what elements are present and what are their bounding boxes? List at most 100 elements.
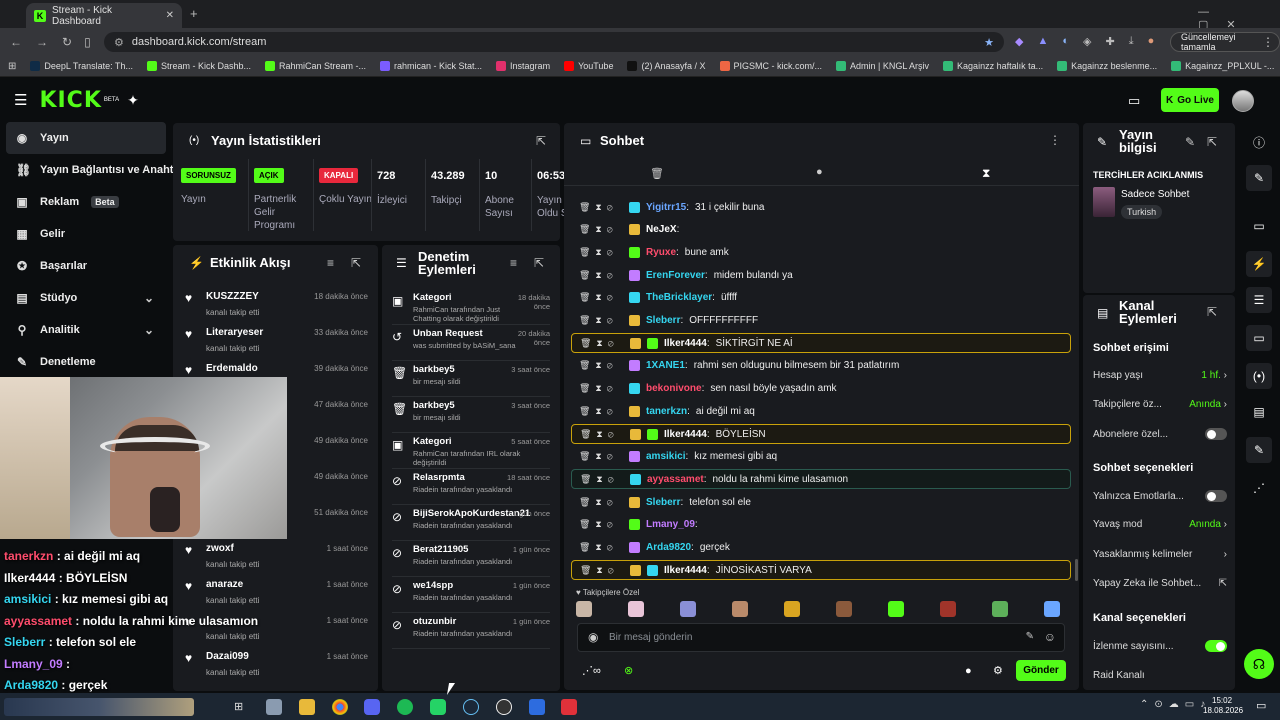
sidebar-item-6[interactable]: ⚲ Analitik ⌄ <box>0 314 172 346</box>
translate-icon[interactable]: ✎ <box>1026 631 1034 642</box>
chat-scrollbar[interactable] <box>1075 559 1078 581</box>
sidebar-item-5[interactable]: ▤ Stüdyo ⌄ <box>0 282 172 314</box>
emote-icon[interactable] <box>940 601 956 617</box>
mod-action-icons[interactable]: 🗑⧗⊘ <box>579 383 623 394</box>
banned-words-row[interactable]: Yasaklanmış kelimeler › <box>1093 549 1227 560</box>
chat-message[interactable]: 🗑⧗⊘ 1XANE1: rahmi sen oldugunu bilmesem bi… <box>571 356 1071 376</box>
chat-message[interactable]: 🗑⧗⊘ bekonivone: sen nasıl böyle yaşadın am… <box>571 379 1071 399</box>
audit-item[interactable]: ⊘ otuzunbir Riadein tarafından yasaklandı 1… <box>382 613 560 649</box>
chat-users-icon[interactable]: ● <box>965 665 972 677</box>
shield-icon[interactable]: ◈ <box>1083 35 1091 48</box>
chat-username[interactable]: Sleberr <box>646 497 680 508</box>
slow-mode-row[interactable]: Yavaş mod Anında › <box>1093 519 1227 530</box>
notification-icon[interactable]: ▭ <box>1256 699 1266 712</box>
emotes-only-row[interactable]: Yalnızca Emotlarla... <box>1093 490 1227 502</box>
bookmark-item[interactable]: Kagainzz beslenme... <box>1057 61 1157 71</box>
info-icon[interactable]: ⓘ <box>1246 129 1272 155</box>
sidebar-item-2[interactable]: ▣ Reklam Beta <box>0 186 172 218</box>
stack-icon[interactable]: ▤ <box>1246 399 1272 425</box>
chat-message[interactable]: 🗑⧗⊘ Ilker4444: BÖYLEİSN <box>571 424 1071 444</box>
download-icon[interactable]: ⤓ <box>1129 35 1134 48</box>
chat-username[interactable]: Lmany_09 <box>646 519 695 530</box>
emoji-icon[interactable]: ☺ <box>1044 630 1056 644</box>
mod-action-icons[interactable]: 🗑⧗⊘ <box>580 429 624 440</box>
raid-row[interactable]: Raid Kanalı <box>1093 670 1227 681</box>
user-avatar[interactable] <box>1232 90 1254 112</box>
bookmark-item[interactable]: PIGSMC - kick.com/... <box>719 61 822 71</box>
menu-dots-icon[interactable]: ⋮ <box>1262 35 1274 49</box>
audit-item[interactable]: 🗑 barkbey5 bir mesajı sildi 3 saat önce <box>382 397 560 433</box>
chat-message[interactable]: 🗑⧗⊘ Ilker4444: JİNOSİKASTİ VARYA <box>571 560 1071 581</box>
picture-in-picture-icon[interactable]: ▭ <box>1128 93 1140 109</box>
send-button[interactable]: Gönder <box>1016 660 1066 681</box>
mod-action-icons[interactable]: 🗑⧗⊘ <box>579 542 623 553</box>
chat-username[interactable]: 1XANE1 <box>646 360 685 371</box>
audit-item[interactable]: ⊘ Relasrpmta Riadein tarafından yasaklandı… <box>382 469 560 505</box>
forward-icon[interactable]: → <box>36 35 48 49</box>
mod-action-icons[interactable]: 🗑⧗⊘ <box>580 474 624 485</box>
chat-message[interactable]: 🗑⧗⊘ ayyassamet: noldu la rahmi kime ulasam… <box>571 469 1071 490</box>
bookmark-item[interactable]: Admin | KNGL Arşiv <box>836 61 929 71</box>
emotes-toggle[interactable] <box>1205 490 1227 502</box>
discord-icon[interactable] <box>364 699 380 715</box>
clock-time[interactable]: 15:02 <box>1212 696 1232 705</box>
new-tab-icon[interactable]: + <box>190 6 198 21</box>
extension-1-icon[interactable]: ◆ <box>1015 35 1023 48</box>
chat-username[interactable]: Ilker4444 <box>664 338 707 349</box>
sidebar-item-0[interactable]: ◉ Yayın <box>6 122 166 154</box>
mod-action-icons[interactable]: 🗑⧗⊘ <box>579 360 623 371</box>
pin-icon[interactable]: ✦ <box>127 92 139 109</box>
url-input[interactable]: ⚙ dashboard.kick.com/stream ★ <box>104 32 1004 52</box>
extension-3-icon[interactable]: ◐ <box>1062 35 1069 48</box>
mod-action-icons[interactable]: 🗑⧗⊘ <box>580 338 624 349</box>
mod-action-icons[interactable]: 🗑⧗⊘ <box>579 315 623 326</box>
emote-icon[interactable] <box>992 601 1008 617</box>
bookmark-item[interactable]: YouTube <box>564 61 613 71</box>
chat-message[interactable]: 🗑⧗⊘ Yigitrr15:31 i çekilir buna <box>571 197 1071 217</box>
chat-username[interactable]: tanerkzn <box>646 406 687 417</box>
mod-action-icons[interactable]: 🗑⧗⊘ <box>579 247 623 258</box>
app-icon[interactable] <box>529 699 545 715</box>
broadcast-icon[interactable]: (•) <box>1246 363 1272 389</box>
chrome-icon[interactable] <box>332 699 348 715</box>
messages-filter-icon[interactable]: ● <box>816 166 823 178</box>
viewer-count-row[interactable]: İzlenme sayısını... <box>1093 640 1227 652</box>
share-icon[interactable]: ⋰∞ <box>582 664 601 677</box>
audit-item[interactable]: ⊘ Berat211905 Riadein tarafından yasakland… <box>382 541 560 577</box>
puzzle-icon[interactable]: ✚ <box>1105 35 1114 48</box>
apps-grid-icon[interactable]: ⊞ <box>8 61 16 72</box>
list-icon[interactable]: ☰ <box>1246 287 1272 313</box>
emote-icon[interactable] <box>628 601 644 617</box>
chat-message[interactable]: 🗑⧗⊘ ErenForever: midem bulandı ya <box>571 265 1071 285</box>
emoji-reply-icon[interactable]: ◉ <box>588 630 598 644</box>
sidebar-item-4[interactable]: ✪ Başarılar <box>0 250 172 282</box>
bookmark-item[interactable]: rahmican - Kick Stat... <box>380 61 482 71</box>
chat-message[interactable]: 🗑⧗⊘ tanerkzn: ai değil mi aq <box>571 401 1071 421</box>
bookmark-star-icon[interactable]: ★ <box>984 36 994 49</box>
folder-icon[interactable] <box>299 699 315 715</box>
reload-icon[interactable]: ↻ <box>62 35 72 49</box>
chat-username[interactable]: NeJeX <box>646 224 677 235</box>
popout-icon[interactable]: ⇱ <box>534 256 544 270</box>
filter-icon[interactable]: ≡ <box>510 256 517 270</box>
audit-item[interactable]: ↺ Unban Request was submitted by bASiM_san… <box>382 325 560 361</box>
emote-icon[interactable] <box>680 601 696 617</box>
kick-bot-icon[interactable]: ⊗ <box>624 664 633 677</box>
mod-action-icons[interactable]: 🗑⧗⊘ <box>579 202 623 213</box>
edit-icon[interactable]: ✎ <box>1246 165 1272 191</box>
audit-item[interactable]: ⊘ BijiSerokApoKurdestan21 Riadein tarafınd… <box>382 505 560 541</box>
sidebar-item-7[interactable]: ✎ Denetleme <box>0 346 172 378</box>
chat-username[interactable]: Ilker4444 <box>664 565 707 576</box>
popout-icon[interactable]: ⇱ <box>1207 305 1217 319</box>
spotify-icon[interactable] <box>397 699 413 715</box>
chat-input[interactable]: ◉ Bir mesaj gönderin ✎ ☺ <box>577 623 1065 652</box>
chat-username[interactable]: ErenForever <box>646 270 705 281</box>
steam-icon[interactable] <box>463 699 479 715</box>
popout-icon[interactable]: ⇱ <box>351 256 361 270</box>
bookmark-item[interactable]: RahmiCan Stream -... <box>264 61 366 71</box>
bookmark-item[interactable]: Stream - Kick Dashb... <box>146 61 251 71</box>
chat-username[interactable]: Yigitrr15 <box>646 202 686 213</box>
sidebar-item-3[interactable]: ▦ Gelir <box>0 218 172 250</box>
sidebar-item-1[interactable]: ⛓ Yayın Bağlantısı ve Anahtar <box>0 154 184 186</box>
chat-username[interactable]: ayyassamet <box>647 474 704 485</box>
